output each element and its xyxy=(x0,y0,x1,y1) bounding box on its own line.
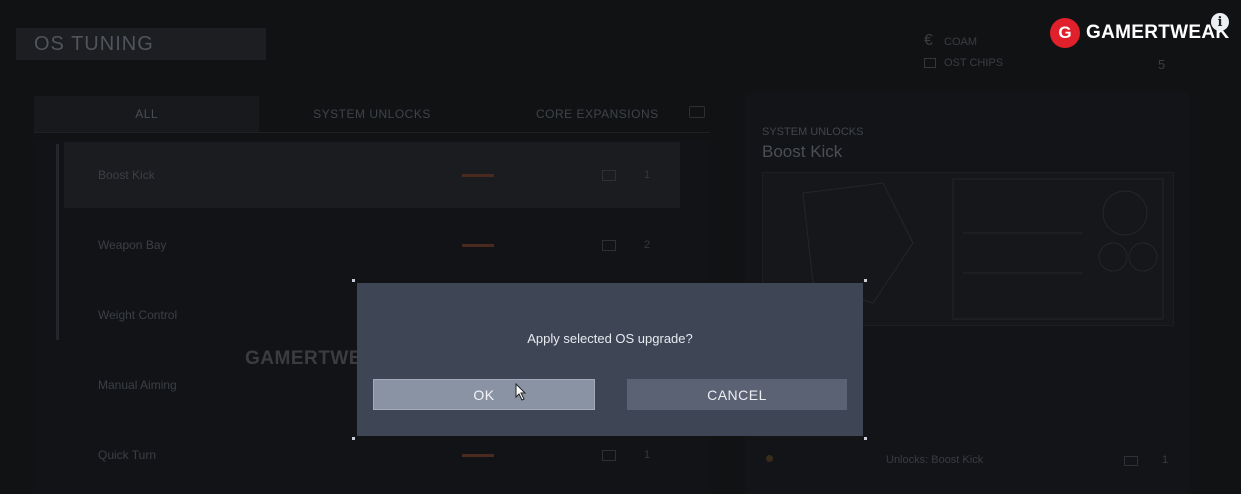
tab-right-icon[interactable] xyxy=(689,106,705,118)
chip-icon xyxy=(602,239,616,251)
status-dot xyxy=(766,455,773,462)
cancel-button[interactable]: CANCEL xyxy=(627,379,847,410)
cost-bar xyxy=(462,243,494,247)
list-item-label: Weapon Bay xyxy=(98,238,167,252)
list-item-label: Weight Control xyxy=(98,308,178,322)
list-item-count: 1 xyxy=(644,449,651,461)
dialog-corner xyxy=(352,279,355,282)
unlock-row: Unlocks: Boost Kick 1 xyxy=(762,446,1182,476)
chip-icon xyxy=(602,169,616,181)
ost-value: 5 xyxy=(1158,57,1166,72)
confirm-dialog: Apply selected OS upgrade? OK CANCEL xyxy=(357,283,863,436)
dialog-corner xyxy=(864,437,867,440)
chip-icon xyxy=(1124,456,1138,466)
list-scrollbar[interactable] xyxy=(56,144,59,340)
mouse-cursor-icon xyxy=(515,383,527,401)
dialog-message: Apply selected OS upgrade? xyxy=(527,331,693,346)
cost-bar xyxy=(462,453,494,457)
cost-bar xyxy=(462,173,494,177)
unlock-count: 1 xyxy=(1162,454,1169,466)
detail-category: SYSTEM UNLOCKS xyxy=(762,126,864,138)
coam-icon: € xyxy=(924,32,933,49)
unlock-label: Unlocks: Boost Kick xyxy=(886,454,984,466)
list-item-label: Quick Turn xyxy=(98,448,157,462)
tab-all[interactable]: ALL xyxy=(34,96,260,132)
brand-logo: G GAMERTWEAK xyxy=(1050,18,1229,48)
list-item-count: 2 xyxy=(644,239,651,251)
list-item[interactable]: Boost Kick 1 xyxy=(64,142,680,208)
category-tabs: ALL SYSTEM UNLOCKS CORE EXPANSIONS xyxy=(34,96,710,133)
list-item-count: 1 xyxy=(644,169,651,181)
chip-icon xyxy=(924,58,936,68)
coam-label: COAM xyxy=(944,36,977,48)
ost-label: OST CHIPS xyxy=(944,57,1004,69)
detail-name: Boost Kick xyxy=(762,142,843,161)
list-item-label: Manual Aiming xyxy=(98,378,177,392)
brand-name: GAMERTWEAK xyxy=(1086,22,1230,43)
tab-core-expansions[interactable]: CORE EXPANSIONS xyxy=(485,107,710,121)
chip-icon xyxy=(602,449,616,461)
tab-system-unlocks[interactable]: SYSTEM UNLOCKS xyxy=(259,107,484,121)
dialog-corner xyxy=(352,437,355,440)
info-icon[interactable]: i xyxy=(1211,13,1229,31)
page-title: OS TUNING xyxy=(16,28,266,60)
gamertweak-logo-icon: G xyxy=(1050,18,1080,48)
list-item[interactable]: Weapon Bay 2 xyxy=(64,212,680,278)
dialog-corner xyxy=(864,279,867,282)
list-item-label: Boost Kick xyxy=(98,168,155,182)
ok-button[interactable]: OK xyxy=(373,379,595,410)
